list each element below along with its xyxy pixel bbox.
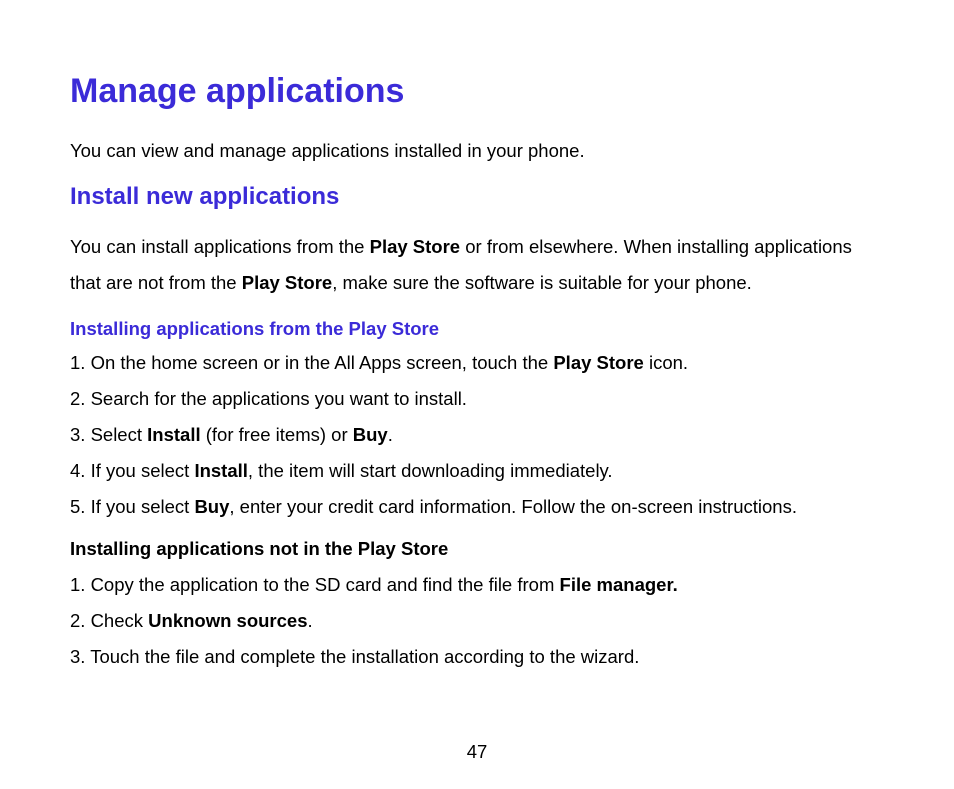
text: icon. — [644, 352, 688, 373]
list-item: 3. Select Install (for free items) or Bu… — [70, 417, 884, 453]
install-new-paragraph: You can install applications from the Pl… — [70, 229, 884, 301]
list-item: 2. Check Unknown sources. — [70, 603, 884, 639]
bold-install: Install — [194, 460, 247, 481]
subheading-from-play-store: Installing applications from the Play St… — [70, 313, 884, 345]
bold-play-store: Play Store — [553, 352, 644, 373]
text: , the item will start downloading immedi… — [248, 460, 613, 481]
text: , enter your credit card information. Fo… — [229, 496, 797, 517]
bold-play-store: Play Store — [242, 272, 333, 293]
text: 3. Select — [70, 424, 147, 445]
bold-play-store: Play Store — [370, 236, 461, 257]
list-item: 1. On the home screen or in the All Apps… — [70, 345, 884, 381]
text: 1. Copy the application to the SD card a… — [70, 574, 560, 595]
text: . — [388, 424, 393, 445]
bold-buy: Buy — [194, 496, 229, 517]
text: 5. If you select — [70, 496, 194, 517]
text: You can install applications from the — [70, 236, 370, 257]
page-title: Manage applications — [70, 72, 884, 111]
list-item: 3. Touch the file and complete the insta… — [70, 639, 884, 675]
text: , make sure the software is suitable for… — [332, 272, 752, 293]
section-heading-install-new: Install new applications — [70, 183, 884, 211]
text: 3. Touch the file and complete the insta… — [70, 646, 639, 667]
text: 2. Search for the applications you want … — [70, 388, 467, 409]
document-page: Manage applications You can view and man… — [0, 0, 954, 789]
bold-file-manager: File manager. — [560, 574, 678, 595]
text: 2. Check — [70, 610, 148, 631]
page-number: 47 — [0, 741, 954, 763]
list-item: 4. If you select Install, the item will … — [70, 453, 884, 489]
intro-paragraph: You can view and manage applications ins… — [70, 133, 884, 169]
text: 4. If you select — [70, 460, 194, 481]
bold-buy: Buy — [353, 424, 388, 445]
text: (for free items) or — [201, 424, 353, 445]
subheading-not-in-play-store: Installing applications not in the Play … — [70, 531, 884, 567]
text: . — [308, 610, 313, 631]
text: 1. On the home screen or in the All Apps… — [70, 352, 553, 373]
list-item: 2. Search for the applications you want … — [70, 381, 884, 417]
bold-install: Install — [147, 424, 200, 445]
list-item: 1. Copy the application to the SD card a… — [70, 567, 884, 603]
bold-unknown-sources: Unknown sources — [148, 610, 307, 631]
list-item: 5. If you select Buy, enter your credit … — [70, 489, 884, 525]
